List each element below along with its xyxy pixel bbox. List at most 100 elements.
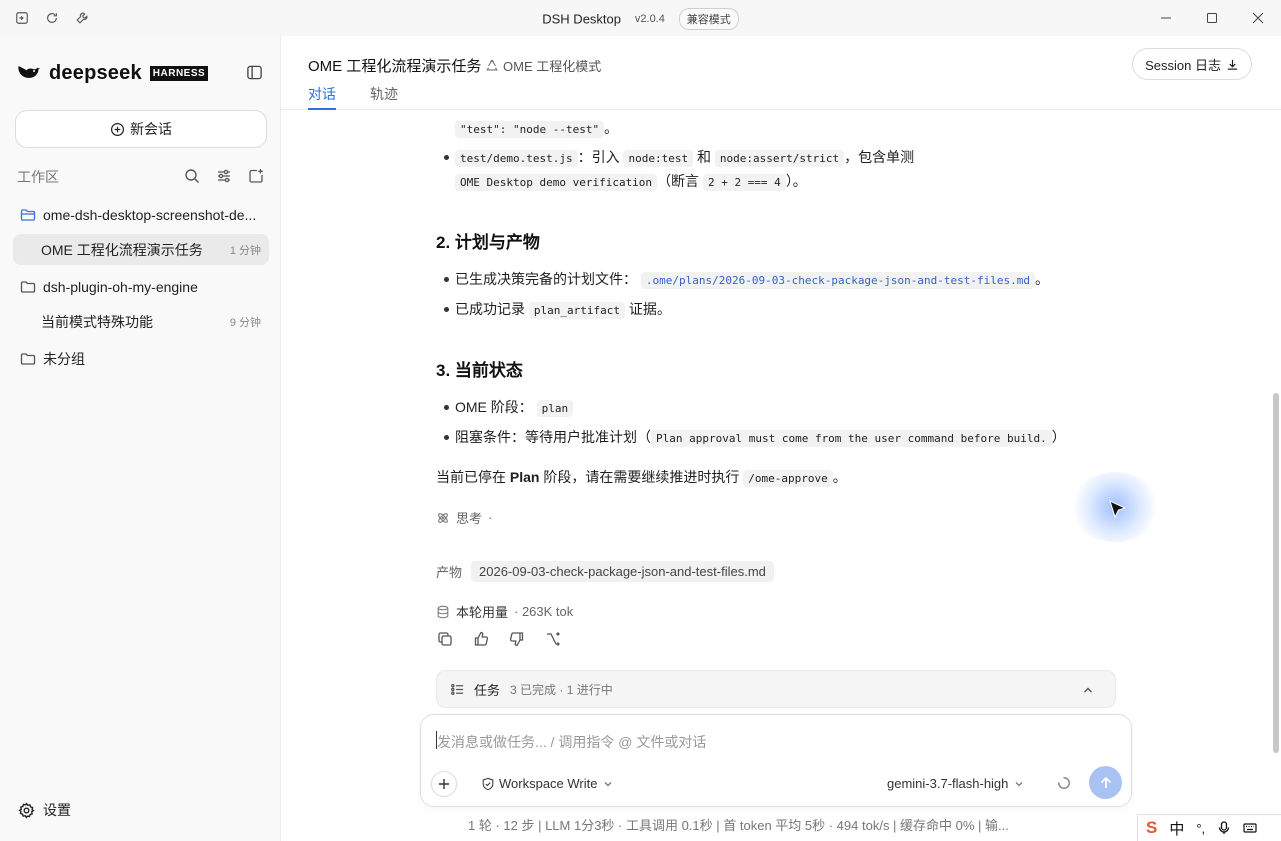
usage-label: 本轮用量 bbox=[456, 605, 509, 620]
gear-icon bbox=[18, 801, 35, 819]
usage-row: 本轮用量 · 263K tok bbox=[436, 602, 573, 621]
text-fragment: ） bbox=[1051, 429, 1066, 445]
branch-icon[interactable] bbox=[544, 630, 562, 648]
artifact-label: 产物 bbox=[436, 565, 463, 580]
close-icon[interactable] bbox=[1235, 0, 1281, 36]
arrow-up-icon bbox=[1098, 775, 1114, 791]
inline-code: node:test bbox=[623, 150, 694, 167]
folder-label: dsh-plugin-oh-my-engine bbox=[43, 279, 198, 295]
settings-button[interactable]: 设置 bbox=[18, 800, 71, 820]
text-fragment: ：引入 bbox=[577, 149, 620, 165]
workspace-folder-ungrouped[interactable]: 未分组 bbox=[12, 344, 269, 374]
mode-label: OME 工程化模式 bbox=[503, 59, 602, 74]
inline-code: node:assert/strict bbox=[714, 150, 845, 167]
file-link[interactable]: .ome/plans/2026-09-03-check-package-json… bbox=[640, 272, 1035, 289]
ime-language[interactable]: 中 bbox=[1169, 818, 1184, 839]
text-fragment: 。 bbox=[604, 120, 619, 136]
thumbs-down-icon[interactable] bbox=[508, 630, 526, 648]
workspace-folder-ome-dsh[interactable]: ome-dsh-desktop-screenshot-de... bbox=[12, 200, 269, 230]
workspace-folder-dsh-plugin[interactable]: dsh-plugin-oh-my-engine bbox=[12, 272, 269, 302]
plus-icon bbox=[437, 777, 451, 791]
minimize-icon[interactable] bbox=[1143, 0, 1189, 36]
text-fragment: 已生成决策完备的计划文件： bbox=[455, 271, 637, 287]
thumbs-up-icon[interactable] bbox=[472, 630, 490, 648]
folder-open-icon bbox=[20, 207, 36, 223]
chevron-down-icon bbox=[1014, 779, 1024, 789]
session-log-button[interactable]: Session 日志 bbox=[1132, 48, 1252, 80]
chevron-down-icon bbox=[603, 779, 613, 789]
brand-logo: deepseek HARNESS bbox=[17, 62, 209, 85]
thinking-toggle[interactable]: 思考 · bbox=[436, 508, 492, 527]
task-status: 3 已完成 · 1 进行中 bbox=[510, 682, 613, 697]
text-fragment: 。 bbox=[1035, 271, 1049, 287]
inline-code: OME Desktop demo verification bbox=[455, 174, 658, 191]
message-area: "test": "node --test"。 test/demo.test.js… bbox=[281, 111, 1281, 841]
folder-icon bbox=[20, 351, 36, 367]
permission-selector[interactable]: Workspace Write bbox=[481, 776, 617, 791]
inline-code: Plan approval must come from the user co… bbox=[651, 430, 1052, 447]
text-fragment: ）。 bbox=[785, 173, 807, 189]
mode-indicator: OME 工程化模式 bbox=[485, 56, 601, 75]
model-selector[interactable]: gemini-3.7-flash-high bbox=[887, 776, 1024, 791]
closing-paragraph: 当前已停在 Plan 阶段，请在需要继续推进时执行 /ome-approve。 bbox=[436, 467, 847, 487]
app-version: v2.0.4 bbox=[634, 13, 665, 25]
inline-code: plan bbox=[536, 400, 574, 417]
chat-item-mode-features[interactable]: 当前模式特殊功能 9 分钟 bbox=[13, 306, 269, 337]
section-heading: 2. 计划与产物 bbox=[436, 233, 540, 252]
attach-button[interactable] bbox=[431, 771, 457, 797]
atom-icon bbox=[436, 511, 450, 525]
brand-badge: HARNESS bbox=[149, 66, 209, 81]
scrollbar[interactable] bbox=[1273, 393, 1279, 753]
ime-punctuation[interactable]: °, bbox=[1196, 821, 1205, 836]
new-chat-label: 新会话 bbox=[130, 121, 172, 137]
text-fragment: （断言 bbox=[657, 173, 700, 189]
send-button[interactable] bbox=[1089, 766, 1122, 799]
message-line: "test": "node --test"。 bbox=[455, 118, 618, 138]
new-folder-icon[interactable] bbox=[247, 167, 265, 185]
artifact-file-chip[interactable]: 2026-09-03-check-package-json-and-test-f… bbox=[471, 561, 774, 582]
chat-item-time: 1 分钟 bbox=[229, 244, 261, 257]
sidebar: deepseek HARNESS 新会话 工作区 ome-dsh-desktop… bbox=[0, 36, 281, 841]
chat-item-ome-demo[interactable]: OME 工程化流程演示任务 1 分钟 bbox=[13, 234, 269, 265]
new-chat-button[interactable]: 新会话 bbox=[15, 110, 267, 148]
title-bar: DSH Desktop v2.0.4 兼容模式 bbox=[0, 0, 1281, 36]
chat-item-time: 9 分钟 bbox=[229, 316, 261, 329]
brand-name: deepseek bbox=[49, 62, 142, 84]
chat-item-label: 当前模式特殊功能 bbox=[41, 313, 153, 330]
ime-tray: S 中 °, bbox=[1137, 814, 1281, 841]
search-icon[interactable] bbox=[183, 167, 201, 185]
folder-label: 未分组 bbox=[43, 351, 85, 367]
microphone-icon[interactable] bbox=[1217, 821, 1231, 835]
database-icon bbox=[436, 605, 450, 619]
workspace-header: 工作区 bbox=[17, 167, 265, 187]
bold-text: Plan bbox=[509, 469, 540, 485]
text-fragment: OME 阶段： bbox=[455, 399, 533, 415]
sidebar-toggle-icon[interactable] bbox=[245, 63, 263, 81]
text-fragment: 阶段，请在需要继续推进时执行 bbox=[543, 469, 740, 485]
app-title: DSH Desktop bbox=[542, 11, 621, 27]
filter-sliders-icon[interactable] bbox=[215, 167, 233, 185]
copy-icon[interactable] bbox=[436, 630, 454, 648]
artifact-row: 产物 2026-09-03-check-package-json-and-tes… bbox=[436, 561, 774, 582]
inline-code: 2 + 2 === 4 bbox=[702, 174, 786, 191]
usage-value: · 263K tok bbox=[514, 604, 574, 619]
compat-mode-badge[interactable]: 兼容模式 bbox=[678, 8, 739, 30]
message-composer: 发消息或做任务... / 调用指令 @ 文件或对话 Workspace Writ… bbox=[420, 714, 1132, 807]
recycle-icon bbox=[485, 59, 499, 73]
inline-code: plan_artifact bbox=[528, 302, 625, 319]
text-fragment: 阻塞条件：等待用户批准计划（ bbox=[455, 429, 651, 445]
maximize-icon[interactable] bbox=[1189, 0, 1235, 36]
tab-trace[interactable]: 轨迹 bbox=[370, 84, 398, 110]
keyboard-icon[interactable] bbox=[1243, 821, 1257, 835]
tab-conversation[interactable]: 对话 bbox=[308, 84, 336, 110]
list-item: test/demo.test.js ：引入 node:test 和 node:as… bbox=[443, 147, 915, 167]
ime-logo[interactable]: S bbox=[1146, 818, 1157, 838]
text-fragment: 和 bbox=[696, 149, 711, 165]
conversation-title: OME 工程化流程演示任务 bbox=[308, 58, 482, 75]
mouse-cursor-icon bbox=[1109, 500, 1127, 520]
composer-input[interactable]: 发消息或做任务... / 调用指令 @ 文件或对话 bbox=[437, 732, 706, 752]
task-summary-bar[interactable]: 任务 3 已完成 · 1 进行中 bbox=[436, 670, 1116, 708]
text-fragment: ，包含单测 bbox=[844, 149, 915, 165]
chevron-up-icon[interactable] bbox=[1081, 683, 1094, 696]
text-fragment: 已成功记录 bbox=[455, 301, 525, 317]
